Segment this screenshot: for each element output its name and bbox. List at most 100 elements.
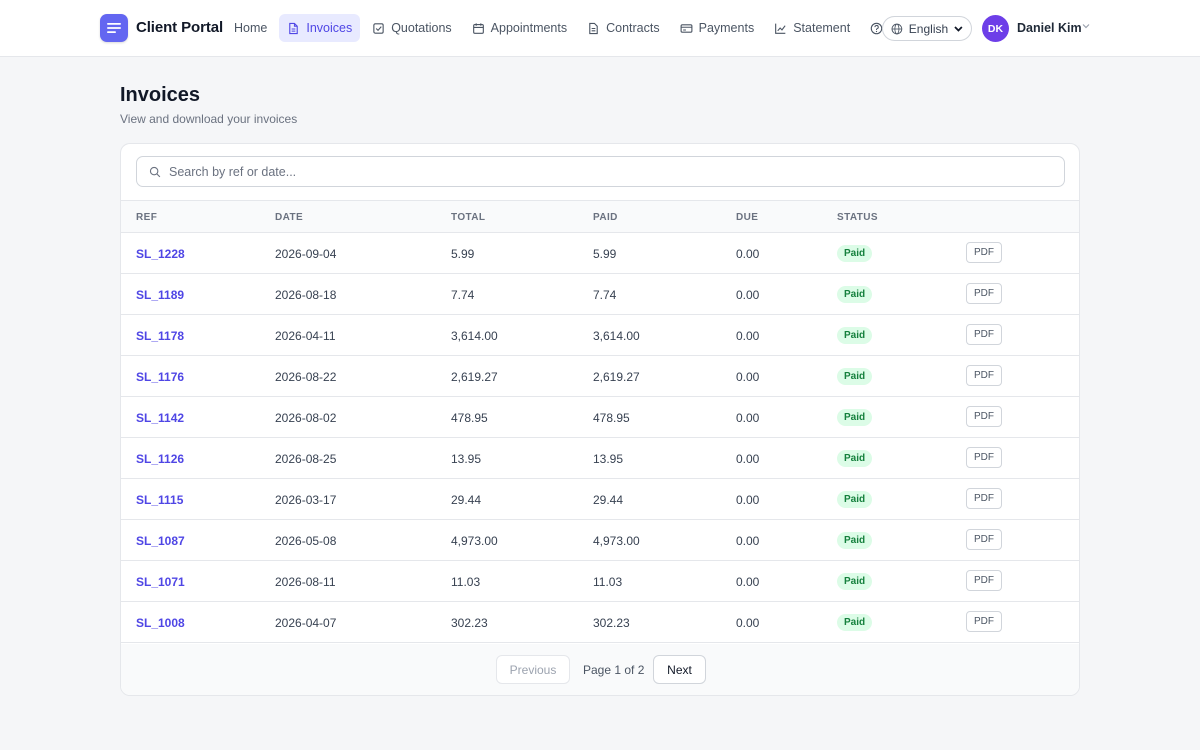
nav-item-label: Payments — [698, 21, 755, 35]
column-header-total: TOTAL — [451, 212, 486, 223]
invoice-total: 7.74 — [451, 288, 475, 302]
invoice-paid: 7.74 — [593, 288, 617, 302]
top-navigation-bar: Client Portal Home Invoices Quotations A… — [0, 0, 1200, 57]
calendar-icon — [472, 22, 484, 34]
language-label: English — [908, 21, 949, 36]
invoice-date: 2026-08-11 — [275, 575, 336, 589]
invoice-total: 2,619.27 — [451, 370, 498, 384]
table-row: SL_1178 2026-04-11 3,614.00 3,614.00 0.0… — [121, 315, 1079, 356]
table-row: SL_1008 2026-04-07 302.23 302.23 0.00 Pa… — [121, 602, 1079, 643]
invoice-date: 2026-04-11 — [275, 329, 336, 343]
invoice-due: 0.00 — [736, 575, 760, 589]
language-select[interactable]: English — [882, 16, 972, 41]
nav-item-quotations[interactable]: Quotations — [364, 14, 459, 42]
status-badge: Paid — [837, 245, 873, 262]
status-badge: Paid — [837, 450, 873, 467]
invoice-ref-link[interactable]: SL_1142 — [136, 411, 184, 425]
checkbox-icon — [373, 22, 384, 34]
invoice-date: 2026-03-17 — [275, 493, 337, 507]
pdf-download-button[interactable]: PDF — [966, 611, 1002, 632]
pdf-download-button[interactable]: PDF — [966, 406, 1002, 427]
main-nav: Home Invoices Quotations Appointments Co… — [226, 14, 900, 42]
invoice-total: 29.44 — [451, 493, 482, 507]
page-title: Invoices — [120, 84, 201, 106]
pdf-download-button[interactable]: PDF — [966, 447, 1002, 468]
table-row: SL_1087 2026-05-08 4,973.00 4,973.00 0.0… — [121, 520, 1079, 561]
invoice-ref-link[interactable]: SL_1126 — [136, 452, 184, 466]
invoice-ref-link[interactable]: SL_1008 — [136, 616, 185, 630]
file-icon — [289, 22, 299, 34]
column-header-paid: PAID — [593, 212, 618, 223]
invoice-ref-link[interactable]: SL_1189 — [136, 288, 184, 302]
search-icon — [149, 166, 161, 177]
status-badge: Paid — [837, 368, 873, 385]
pdf-download-button[interactable]: PDF — [966, 570, 1002, 591]
invoice-due: 0.00 — [736, 329, 760, 343]
invoice-ref-link[interactable]: SL_1178 — [136, 329, 184, 343]
next-page-button[interactable]: Next — [653, 655, 706, 684]
invoice-date: 2026-09-04 — [275, 247, 337, 261]
nav-item-payments[interactable]: Payments — [672, 14, 763, 42]
invoice-total: 3,614.00 — [451, 329, 498, 343]
invoice-due: 0.00 — [736, 247, 760, 261]
table-row: SL_1126 2026-08-25 13.95 13.95 0.00 Paid… — [121, 438, 1079, 479]
invoice-total: 5.99 — [451, 247, 475, 261]
chart-icon — [775, 23, 786, 34]
nav-item-label: Contracts — [606, 21, 660, 35]
table-row: SL_1228 2026-09-04 5.99 5.99 0.00 Paid P… — [121, 233, 1079, 274]
logo-menu-icon[interactable] — [100, 14, 128, 42]
user-name[interactable]: Daniel Kim — [1017, 21, 1082, 35]
invoice-ref-link[interactable]: SL_1115 — [136, 493, 183, 507]
table-row: SL_1176 2026-08-22 2,619.27 2,619.27 0.0… — [121, 356, 1079, 397]
column-header-ref: REF — [136, 212, 158, 223]
invoice-ref-link[interactable]: SL_1176 — [136, 370, 184, 384]
invoice-paid: 29.44 — [593, 493, 624, 507]
invoice-ref-link[interactable]: SL_1087 — [136, 534, 185, 548]
invoice-date: 2026-08-22 — [275, 370, 337, 384]
user-menu-chevron-icon[interactable] — [1082, 23, 1090, 29]
invoice-due: 0.00 — [736, 288, 760, 302]
pdf-download-button[interactable]: PDF — [966, 283, 1002, 304]
nav-item-statement[interactable]: Statement — [766, 14, 858, 42]
invoice-date: 2026-04-07 — [275, 616, 337, 630]
avatar[interactable]: DK — [982, 15, 1009, 42]
pdf-download-button[interactable]: PDF — [966, 529, 1002, 550]
table-row: SL_1115 2026-03-17 29.44 29.44 0.00 Paid… — [121, 479, 1079, 520]
column-header-date: DATE — [275, 212, 304, 223]
page-subtitle: View and download your invoices — [120, 112, 298, 126]
invoice-paid: 2,619.27 — [593, 370, 640, 384]
invoice-total: 13.95 — [451, 452, 482, 466]
status-badge: Paid — [837, 532, 873, 549]
invoice-date: 2026-08-25 — [275, 452, 337, 466]
search-input[interactable] — [169, 164, 1052, 179]
pdf-download-button[interactable]: PDF — [966, 242, 1002, 263]
chevron-down-icon — [954, 25, 963, 32]
column-header-due: DUE — [736, 212, 759, 223]
invoice-paid: 3,614.00 — [593, 329, 640, 343]
status-badge: Paid — [837, 491, 873, 508]
nav-item-appointments[interactable]: Appointments — [464, 14, 575, 42]
invoice-due: 0.00 — [736, 370, 760, 384]
invoices-card: REF DATE TOTAL PAID DUE STATUS SL_1228 2… — [120, 143, 1080, 696]
pagination: Previous Page 1 of 2 Next — [121, 644, 1079, 695]
invoice-date: 2026-08-02 — [275, 411, 337, 425]
pdf-download-button[interactable]: PDF — [966, 324, 1002, 345]
nav-item-label: Quotations — [391, 21, 452, 35]
invoice-due: 0.00 — [736, 616, 760, 630]
status-badge: Paid — [837, 327, 873, 344]
column-header-status: STATUS — [837, 212, 878, 223]
nav-item-home[interactable]: Home — [226, 14, 275, 42]
nav-item-invoices[interactable]: Invoices — [279, 14, 361, 42]
pdf-download-button[interactable]: PDF — [966, 488, 1002, 509]
nav-item-contracts[interactable]: Contracts — [579, 14, 668, 42]
brand-name[interactable]: Client Portal — [136, 19, 223, 36]
invoice-ref-link[interactable]: SL_1228 — [136, 247, 185, 261]
invoice-paid: 13.95 — [593, 452, 624, 466]
pdf-download-button[interactable]: PDF — [966, 365, 1002, 386]
status-badge: Paid — [837, 573, 873, 590]
invoice-date: 2026-08-18 — [275, 288, 337, 302]
previous-page-button[interactable]: Previous — [496, 655, 570, 684]
invoice-paid: 11.03 — [593, 575, 623, 589]
status-badge: Paid — [837, 614, 873, 631]
invoice-ref-link[interactable]: SL_1071 — [136, 575, 185, 589]
